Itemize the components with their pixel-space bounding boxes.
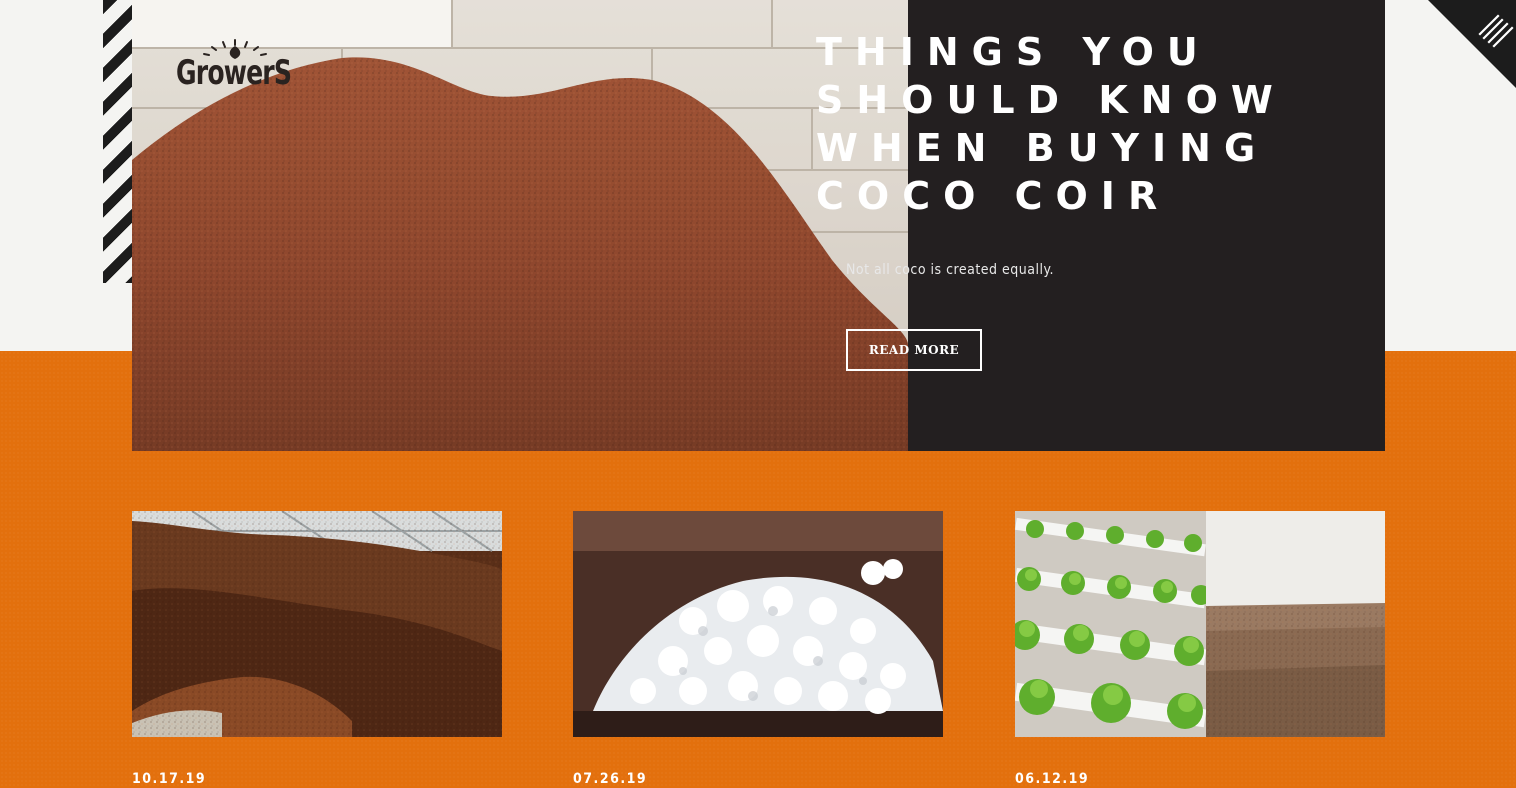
logo-wordmark: GrowerS xyxy=(176,53,292,93)
hero-subtitle: Not all coco is created equally. xyxy=(846,262,1054,278)
hero-title[interactable]: THINGS YOU SHOULD KNOW WHEN BUYING COCO … xyxy=(816,28,1376,220)
post-thumbnail-coco-coir[interactable] xyxy=(132,511,502,737)
perlite-illustration xyxy=(573,511,943,737)
post-thumbnail-perlite[interactable] xyxy=(573,511,943,737)
post-card[interactable]: 10.17.19 xyxy=(132,511,502,788)
menu-lines-icon xyxy=(1478,14,1514,48)
hazard-stripes-decoration xyxy=(103,0,132,283)
post-thumbnail-hydroponics-vs-soil[interactable] xyxy=(1015,511,1385,737)
read-more-button[interactable]: READ MORE xyxy=(846,329,982,371)
hydroponic-lettuce-and-soil-illustration xyxy=(1015,511,1385,737)
coco-coir-warehouse-illustration xyxy=(132,511,502,737)
post-date: 07.26.19 xyxy=(573,771,648,787)
menu-toggle[interactable] xyxy=(1428,0,1516,88)
growers-logo[interactable]: GrowerS xyxy=(176,38,296,100)
post-date: 10.17.19 xyxy=(132,771,207,787)
post-date: 06.12.19 xyxy=(1015,771,1090,787)
coco-coir-hero-image[interactable]: GrowerS xyxy=(132,0,908,451)
post-card[interactable]: 07.26.19 xyxy=(573,511,943,788)
page: GrowerS THINGS YOU SHOULD KNOW WHEN BUYI… xyxy=(0,0,1516,788)
featured-post-hero: GrowerS THINGS YOU SHOULD KNOW WHEN BUYI… xyxy=(132,0,1385,451)
post-card[interactable]: 06.12.19 xyxy=(1015,511,1385,788)
